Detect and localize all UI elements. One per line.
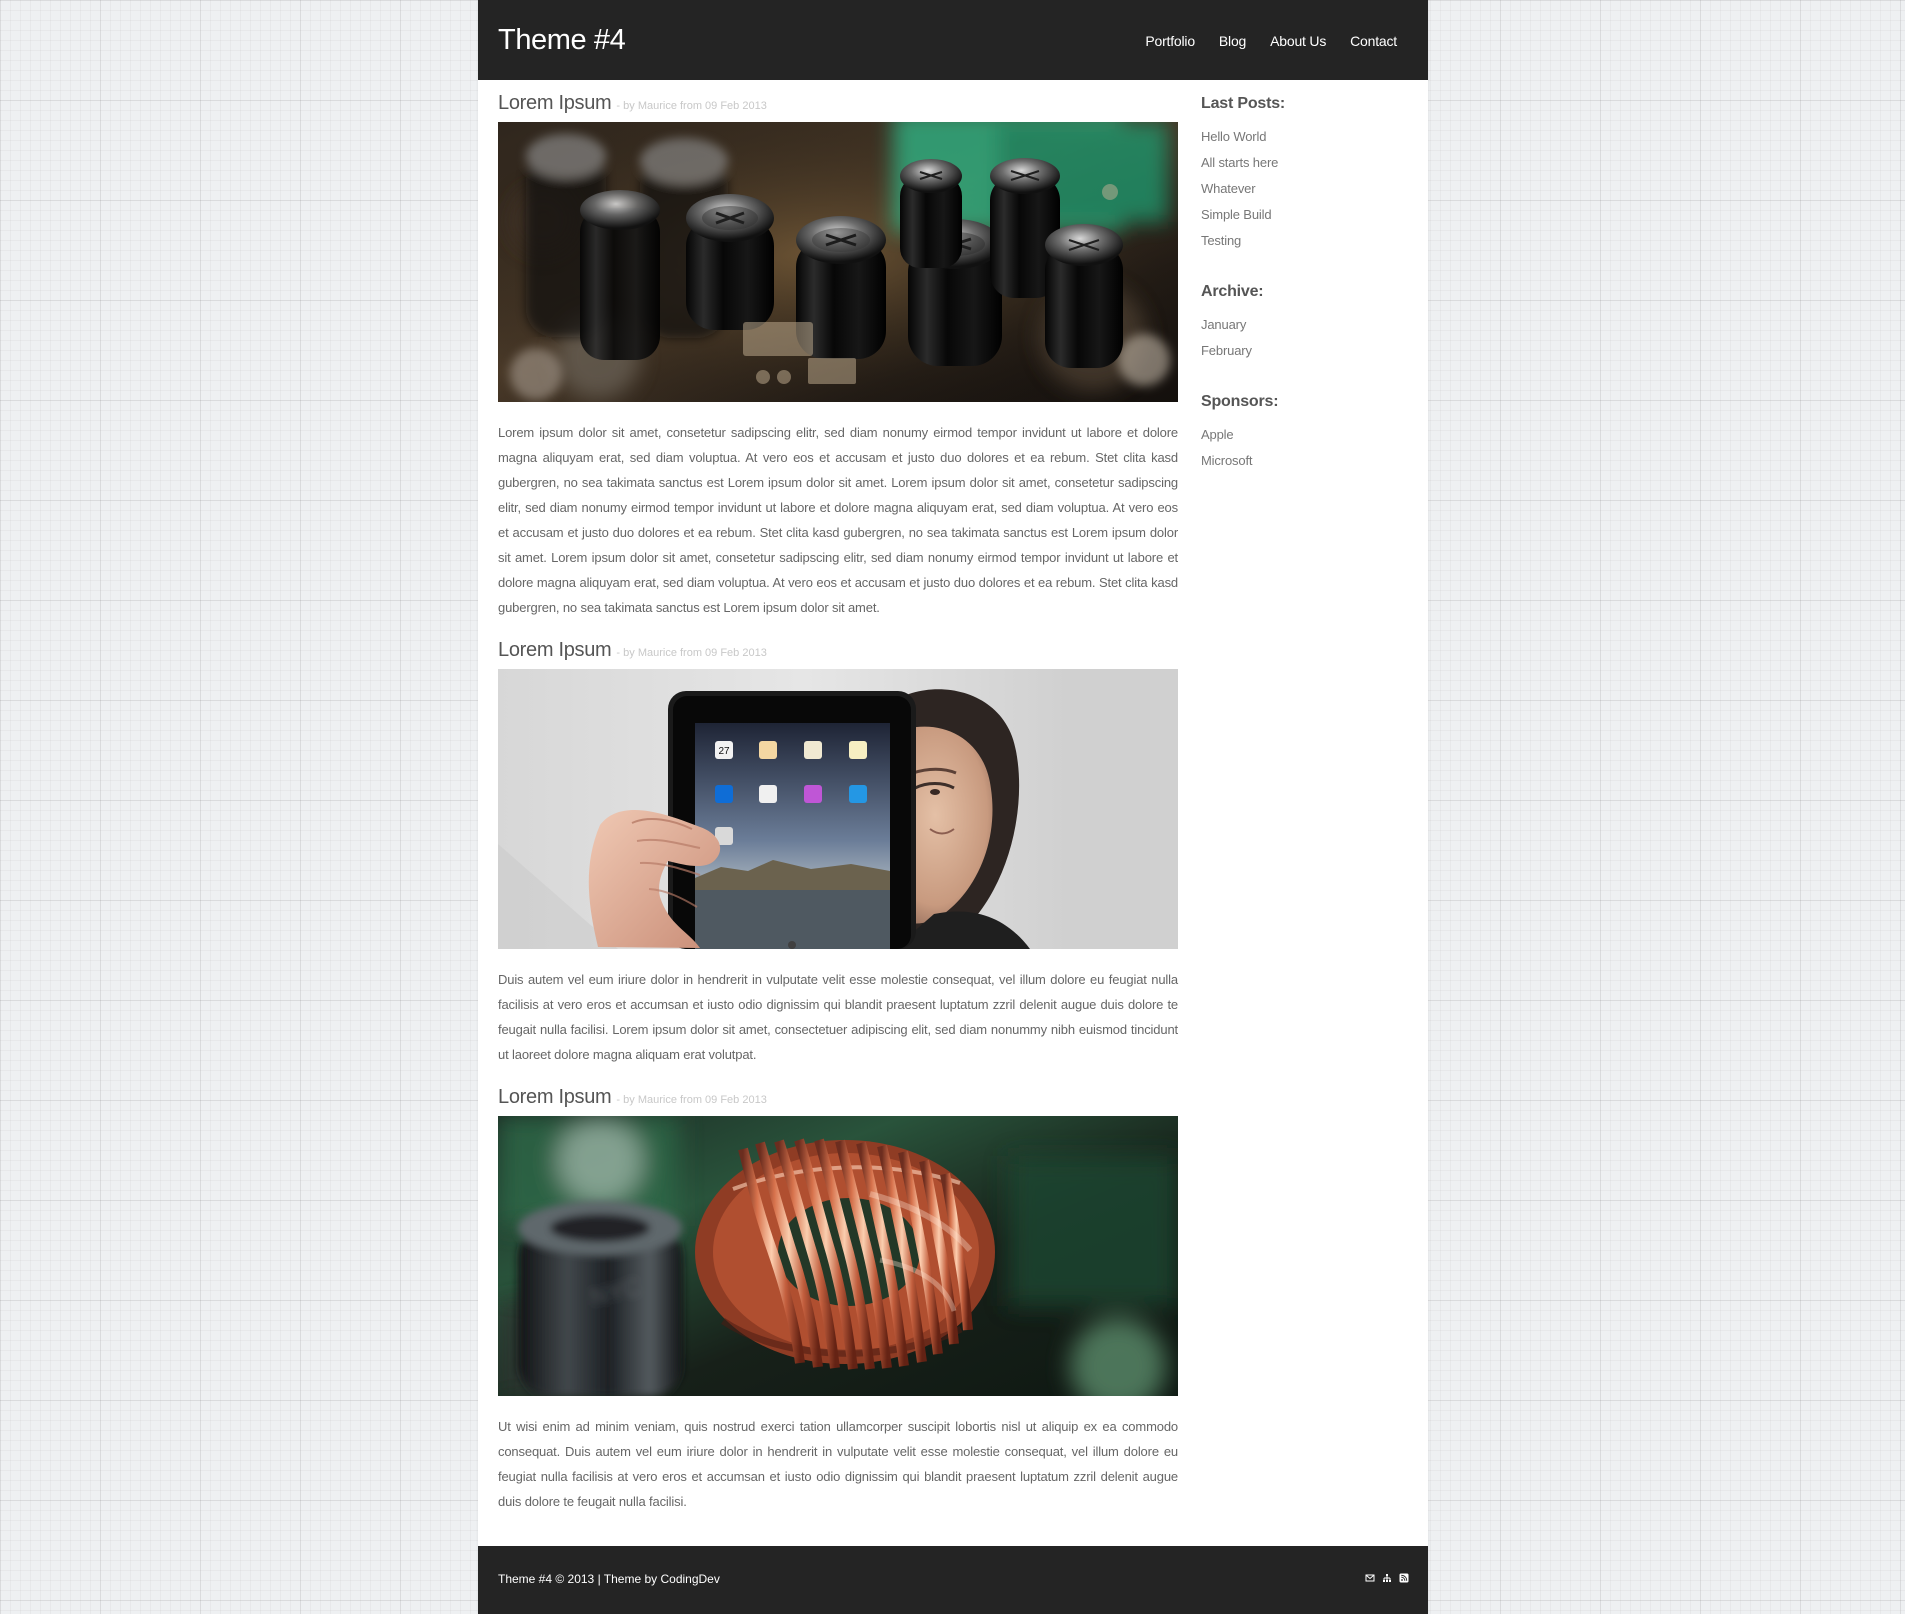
list-item: Apple — [1201, 422, 1391, 448]
sponsors-section: Sponsors: Apple Microsoft — [1201, 391, 1391, 474]
circuit-board-capacitors-image — [498, 122, 1178, 402]
archive-list: January February — [1201, 312, 1391, 364]
main-nav: Portfolio Blog About Us Contact — [1145, 31, 1397, 51]
sidebar-link[interactable]: All starts here — [1201, 155, 1278, 170]
post-3: Lorem Ipsum - by Maurice from 09 Feb 201… — [498, 1085, 1178, 1514]
post-header: Lorem Ipsum - by Maurice from 09 Feb 201… — [498, 91, 1178, 115]
list-item: Whatever — [1201, 176, 1391, 202]
post-meta: - by Maurice from 09 Feb 2013 — [616, 1094, 767, 1106]
sidebar-heading: Archive: — [1201, 283, 1264, 300]
sidebar: Last Posts: Hello World All starts here … — [1201, 93, 1391, 501]
sidebar-link[interactable]: Microsoft — [1201, 453, 1253, 468]
sidebar-link[interactable]: Hello World — [1201, 129, 1266, 144]
sitemap-icon[interactable] — [1382, 1573, 1392, 1583]
site-title[interactable]: Theme #4 — [498, 21, 626, 59]
sidebar-link[interactable]: January — [1201, 317, 1246, 332]
list-item: January — [1201, 312, 1391, 338]
list-item: Microsoft — [1201, 448, 1391, 474]
nav-contact[interactable]: Contact — [1350, 31, 1397, 51]
nav-about-us[interactable]: About Us — [1270, 31, 1326, 51]
post-title[interactable]: Lorem Ipsum — [498, 91, 612, 115]
nav-blog[interactable]: Blog — [1219, 31, 1246, 51]
sidebar-link[interactable]: February — [1201, 343, 1252, 358]
list-item: Testing — [1201, 228, 1391, 254]
post-body: Ut wisi enim ad minim veniam, quis nostr… — [498, 1419, 1178, 1509]
sidebar-link[interactable]: Simple Build — [1201, 207, 1272, 222]
post-2: Lorem Ipsum - by Maurice from 09 Feb 201… — [498, 638, 1178, 1067]
post-title[interactable]: Lorem Ipsum — [498, 1085, 612, 1109]
post-1: Lorem Ipsum - by Maurice from 09 Feb 201… — [498, 91, 1178, 620]
mail-icon[interactable] — [1365, 1573, 1375, 1583]
post-body: Duis autem vel eum iriure dolor in hendr… — [498, 972, 1178, 1062]
sidebar-heading: Last Posts: — [1201, 95, 1286, 112]
post-meta: - by Maurice from 09 Feb 2013 — [616, 647, 767, 659]
post-header: Lorem Ipsum - by Maurice from 09 Feb 201… — [498, 638, 1178, 662]
list-item: Simple Build — [1201, 202, 1391, 228]
list-item: All starts here — [1201, 150, 1391, 176]
nav-portfolio[interactable]: Portfolio — [1145, 31, 1195, 51]
person-holding-tablet-image: 27 — [498, 669, 1178, 949]
copper-coil-inductor-image: NYC — [498, 1116, 1178, 1396]
archive-section: Archive: January February — [1201, 281, 1391, 364]
last-posts-list: Hello World All starts here Whatever Sim… — [1201, 124, 1391, 254]
post-title[interactable]: Lorem Ipsum — [498, 638, 612, 662]
site-footer: Theme #4 © 2013 | Theme by CodingDev — [478, 1546, 1428, 1614]
sponsors-list: Apple Microsoft — [1201, 422, 1391, 474]
list-item: February — [1201, 338, 1391, 364]
sidebar-link[interactable]: Whatever — [1201, 181, 1256, 196]
page-container: Theme #4 Portfolio Blog About Us Contact… — [478, 0, 1428, 1614]
svg-text:27: 27 — [718, 746, 730, 757]
post-meta: - by Maurice from 09 Feb 2013 — [616, 100, 767, 112]
sidebar-heading: Sponsors: — [1201, 393, 1279, 410]
posts-column: Lorem Ipsum - by Maurice from 09 Feb 201… — [498, 91, 1178, 1532]
last-posts-section: Last Posts: Hello World All starts here … — [1201, 93, 1391, 254]
footer-copyright: Theme #4 © 2013 | Theme by CodingDev — [498, 1572, 720, 1586]
post-header: Lorem Ipsum - by Maurice from 09 Feb 201… — [498, 1085, 1178, 1109]
sidebar-link[interactable]: Testing — [1201, 233, 1241, 248]
footer-icons — [1365, 1573, 1409, 1583]
list-item: Hello World — [1201, 124, 1391, 150]
post-body: Lorem ipsum dolor sit amet, consetetur s… — [498, 425, 1178, 615]
site-header: Theme #4 Portfolio Blog About Us Contact — [478, 0, 1428, 80]
sidebar-link[interactable]: Apple — [1201, 427, 1234, 442]
rss-icon[interactable] — [1399, 1573, 1409, 1583]
